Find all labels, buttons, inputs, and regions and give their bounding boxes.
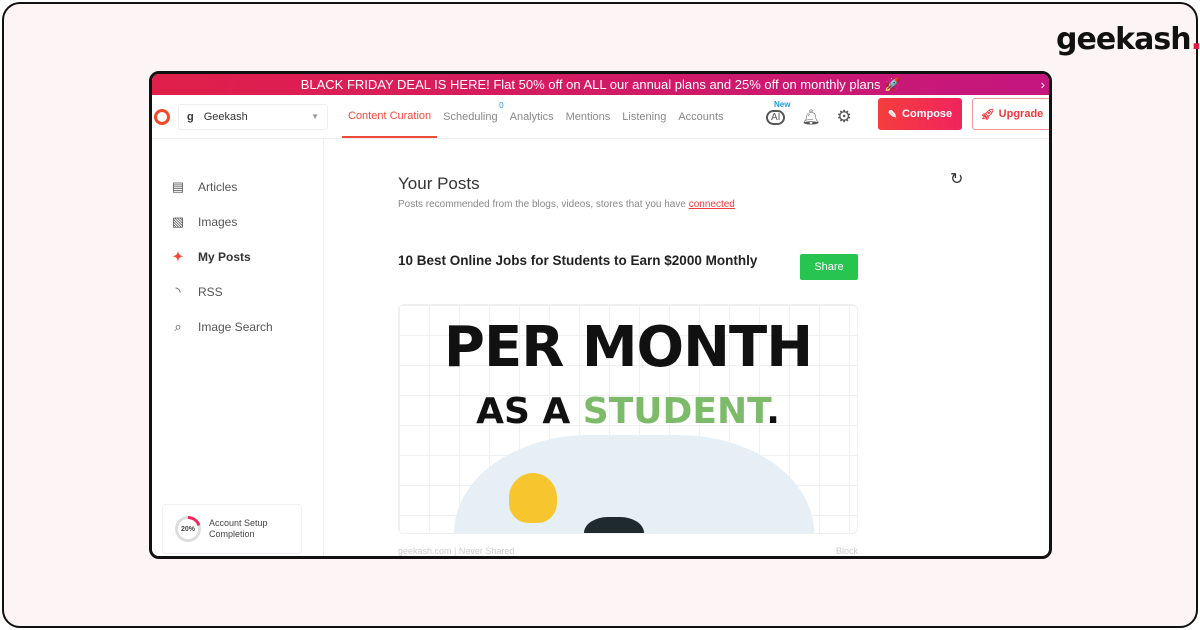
- rocket-icon: 🚀︎: [980, 108, 995, 121]
- articles-icon: ▤: [171, 178, 185, 194]
- banner-text: BLACK FRIDAY DEAL IS HERE! Flat 50% off …: [300, 77, 901, 92]
- tab-mentions[interactable]: Mentions: [560, 95, 617, 138]
- app-window: BLACK FRIDAY DEAL IS HERE! Flat 50% off …: [149, 71, 1052, 559]
- banner-close-icon[interactable]: ›: [1041, 74, 1045, 95]
- workspace-name: Geekash: [203, 110, 248, 123]
- bell-icon[interactable]: 🔔︎: [801, 108, 820, 126]
- top-bar: g Geekash ▼ Content Curation Scheduling 0 A…: [152, 95, 1049, 139]
- image-search-icon: ⌕: [174, 318, 182, 334]
- sparkle-icon: ✦: [172, 248, 184, 264]
- account-setup-card[interactable]: 20% Account Setup Completion: [162, 504, 302, 554]
- page-title: Your Posts: [398, 174, 480, 193]
- sidebar-item-my-posts[interactable]: ✦ My Posts: [152, 239, 323, 274]
- tab-listening[interactable]: Listening: [616, 95, 672, 138]
- setup-label: Account Setup Completion: [209, 518, 268, 539]
- main-nav: Content Curation Scheduling 0 Analytics M…: [342, 95, 730, 138]
- tab-content-curation[interactable]: Content Curation: [342, 95, 438, 138]
- app-logo-icon[interactable]: [154, 108, 170, 125]
- tab-scheduling[interactable]: Scheduling 0: [437, 95, 503, 138]
- sidebar-item-image-search[interactable]: ⌕ Image Search: [152, 309, 323, 344]
- new-badge: New: [774, 99, 791, 109]
- image-icon: ▧: [171, 213, 185, 229]
- workspace-select[interactable]: g Geekash ▼: [178, 103, 328, 130]
- setup-progress-ring: 20%: [175, 516, 201, 542]
- page-subtitle: Posts recommended from the blogs, videos…: [398, 199, 735, 210]
- posts-header: Your Posts Posts recommended from the bl…: [398, 174, 735, 210]
- connected-link[interactable]: connected: [689, 199, 735, 210]
- chevron-down-icon: ▼: [311, 112, 319, 121]
- workspace-icon: g: [187, 110, 194, 123]
- tab-accounts[interactable]: Accounts: [672, 95, 729, 138]
- geekash-logo: geekash.: [1056, 22, 1200, 57]
- refresh-icon[interactable]: ↻: [950, 169, 963, 189]
- lightbulb-illustration: [509, 473, 557, 523]
- background-arc: [454, 435, 814, 533]
- rss-icon: ◝: [175, 283, 181, 299]
- edit-icon: ✎: [887, 108, 898, 121]
- image-headline: PER MONTH: [443, 315, 813, 380]
- sidebar-item-rss[interactable]: ◝ RSS: [152, 274, 323, 309]
- compose-button[interactable]: ✎ Compose: [878, 98, 962, 130]
- tab-analytics[interactable]: Analytics: [504, 95, 560, 138]
- post-title[interactable]: 10 Best Online Jobs for Students to Earn…: [398, 252, 758, 270]
- gear-icon[interactable]: ⚙: [837, 107, 852, 127]
- promo-banner[interactable]: BLACK FRIDAY DEAL IS HERE! Flat 50% off …: [152, 74, 1049, 95]
- share-button[interactable]: Share: [800, 254, 858, 280]
- ai-assistant-icon[interactable]: AI New: [766, 100, 790, 125]
- sidebar-item-images[interactable]: ▧ Images: [152, 204, 323, 239]
- post-image: PER MONTH AS A STUDENT.: [398, 304, 858, 534]
- sidebar: ▤ Articles ▧ Images ✦ My Posts ◝ RSS ⌕ Image …: [152, 139, 324, 556]
- block-link[interactable]: Block: [836, 546, 858, 556]
- image-subheadline: AS A STUDENT.: [476, 391, 780, 432]
- post-source: geekash.com | Never Shared: [398, 546, 515, 556]
- upgrade-button[interactable]: 🚀︎ Upgrade: [972, 98, 1049, 130]
- sidebar-item-articles[interactable]: ▤ Articles: [152, 169, 323, 204]
